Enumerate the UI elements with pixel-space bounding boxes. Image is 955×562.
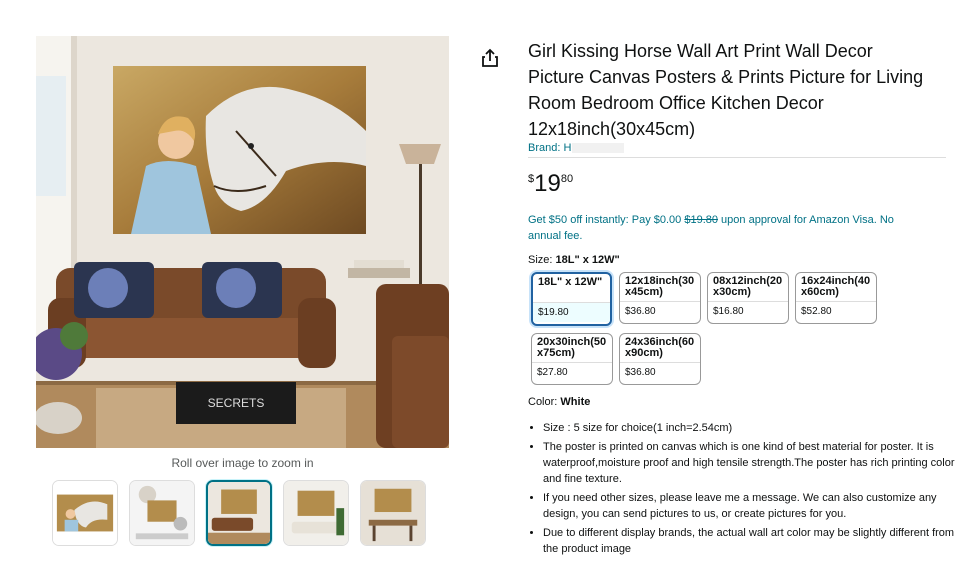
size-option-name: 08x12inch(20 x30cm) — [713, 275, 783, 298]
room-scene-image: SECRETS — [36, 36, 449, 448]
thumbnail-3[interactable] — [206, 480, 272, 546]
feature-bullets: Size : 5 size for choice(1 inch=2.54cm) … — [528, 420, 955, 560]
main-product-image[interactable]: SECRETS — [36, 36, 449, 448]
size-option-name: 18L" x 12W" — [538, 276, 603, 288]
size-option-price: $52.80 — [801, 306, 832, 317]
zoom-hint: Roll over image to zoom in — [171, 456, 314, 470]
size-option-name: 24x36inch(60 x90cm) — [625, 336, 695, 359]
promo-prefix: Get $50 off instantly: Pay $0.00 — [528, 214, 685, 226]
size-option-20x30[interactable]: 20x30inch(50 x75cm) $27.80 — [531, 333, 613, 385]
price-fraction: 80 — [560, 173, 574, 185]
size-option-price: $19.80 — [533, 303, 610, 322]
size-option-12x18[interactable]: 12x18inch(30 x45cm) $36.80 — [619, 272, 701, 324]
color-label: Color: White — [528, 396, 590, 408]
feature-bullet: Size : 5 size for choice(1 inch=2.54cm) — [543, 420, 955, 436]
size-option-08x12[interactable]: 08x12inch(20 x30cm) $16.80 — [707, 272, 789, 324]
thumbnail-strip — [52, 480, 426, 546]
feature-bullet: Due to different display brands, the act… — [543, 525, 955, 557]
color-label-prefix: Color: — [528, 396, 561, 408]
thumbnail-4[interactable] — [283, 480, 349, 546]
thumbnail-1[interactable] — [52, 480, 118, 546]
size-label: Size: 18L" x 12W" — [528, 254, 620, 266]
size-option-price: $16.80 — [713, 306, 744, 317]
visa-promo-link[interactable]: Get $50 off instantly: Pay $0.00 $19.80 … — [528, 212, 928, 244]
promo-strike-price: $19.80 — [684, 214, 718, 226]
brand-link[interactable]: Brand: H — [528, 142, 625, 154]
brand-redaction — [572, 143, 625, 154]
price-symbol: $ — [528, 173, 535, 185]
size-label-prefix: Size: — [528, 254, 556, 266]
product-title: Girl Kissing Horse Wall Art Print Wall D… — [528, 41, 924, 139]
svg-text:SECRETS: SECRETS — [208, 396, 265, 410]
size-option-16x24[interactable]: 16x24inch(40 x60cm) $52.80 — [795, 272, 877, 324]
thumbnail-2[interactable] — [129, 480, 195, 546]
brand-label: Brand: H — [528, 142, 572, 154]
price: $1980 — [528, 170, 573, 198]
size-option-name: 16x24inch(40 x60cm) — [801, 275, 871, 298]
divider — [528, 157, 946, 158]
size-option-name: 20x30inch(50 x75cm) — [537, 336, 607, 359]
size-option-18x12[interactable]: 18L" x 12W" $19.80 — [531, 272, 612, 326]
size-selected-value: 18L" x 12W" — [555, 254, 620, 266]
color-value: White — [560, 396, 591, 408]
feature-bullet: The poster is printed on canvas which is… — [543, 439, 955, 487]
size-option-24x36[interactable]: 24x36inch(60 x90cm) $36.80 — [619, 333, 701, 385]
thumbnail-5[interactable] — [360, 480, 426, 546]
size-option-price: $36.80 — [625, 367, 656, 378]
share-icon[interactable] — [481, 48, 499, 68]
feature-bullet: If you need other sizes, please leave me… — [543, 490, 955, 522]
price-whole: 19 — [534, 170, 561, 197]
size-option-name: 12x18inch(30 x45cm) — [625, 275, 695, 298]
size-option-price: $27.80 — [537, 367, 568, 378]
size-option-price: $36.80 — [625, 306, 656, 317]
